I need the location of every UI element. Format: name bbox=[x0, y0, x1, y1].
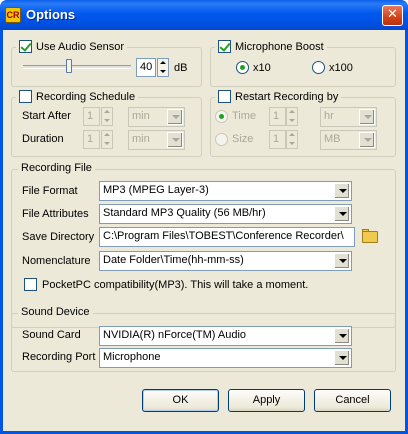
sound-card-value: NVIDIA(R) nForce(TM) Audio bbox=[103, 329, 247, 341]
nomenclature-select[interactable]: Date Folder\Time(hh-mm-ss) bbox=[99, 251, 352, 271]
audio-sensor-slider-track[interactable] bbox=[23, 65, 131, 69]
recording-schedule-checkbox[interactable] bbox=[19, 90, 32, 103]
recording-port-value: Microphone bbox=[103, 351, 161, 363]
duration-spinner[interactable] bbox=[101, 130, 113, 149]
restart-recording-label: Restart Recording by bbox=[235, 91, 339, 103]
spin-up-icon[interactable] bbox=[102, 131, 112, 139]
chevron-down-icon[interactable] bbox=[334, 350, 350, 366]
chevron-down-icon[interactable] bbox=[167, 132, 183, 148]
chevron-down-icon[interactable] bbox=[334, 183, 350, 199]
restart-time-unit-value: hr bbox=[324, 110, 334, 122]
close-button[interactable]: ✕ bbox=[382, 5, 403, 26]
save-directory-input[interactable]: C:\Program Files\TOBEST\Conference Recor… bbox=[99, 227, 355, 247]
chevron-down-icon[interactable] bbox=[167, 109, 183, 125]
save-directory-label: Save Directory bbox=[22, 231, 95, 243]
ok-button[interactable]: OK bbox=[142, 389, 219, 412]
restart-time-input[interactable]: 1 bbox=[269, 107, 286, 126]
recording-schedule-label: Recording Schedule bbox=[36, 91, 136, 103]
restart-recording-checkbox[interactable] bbox=[218, 90, 231, 103]
dialog-body: Use Audio Sensor 40 dB Microphone Boost … bbox=[3, 30, 405, 431]
boost-x100-radio[interactable] bbox=[312, 61, 325, 74]
boost-x100-label: x100 bbox=[329, 62, 353, 74]
audio-sensor-slider-thumb[interactable] bbox=[66, 59, 72, 73]
restart-time-label: Time bbox=[232, 110, 257, 122]
nomenclature-value: Date Folder\Time(hh-mm-ss) bbox=[103, 254, 244, 266]
restart-size-spinner[interactable] bbox=[286, 130, 298, 149]
spin-down-icon[interactable] bbox=[158, 68, 168, 76]
audio-level-spinner[interactable] bbox=[157, 58, 169, 77]
file-attributes-label: File Attributes bbox=[22, 208, 89, 220]
boost-x10-radio[interactable] bbox=[236, 61, 249, 74]
file-format-value: MP3 (MPEG Layer-3) bbox=[103, 184, 209, 196]
restart-time-unit-select[interactable]: hr bbox=[320, 107, 377, 127]
start-after-label: Start After bbox=[22, 110, 71, 122]
start-after-unit-select[interactable]: min bbox=[128, 107, 185, 127]
spin-down-icon[interactable] bbox=[287, 117, 297, 125]
spin-down-icon[interactable] bbox=[287, 140, 297, 148]
restart-time-radio[interactable] bbox=[215, 110, 228, 123]
restart-size-radio[interactable] bbox=[215, 133, 228, 146]
file-format-select[interactable]: MP3 (MPEG Layer-3) bbox=[99, 181, 352, 201]
restart-size-unit-value: MB bbox=[324, 133, 341, 145]
file-attributes-value: Standard MP3 Quality (56 MB/hr) bbox=[103, 207, 266, 219]
chevron-down-icon[interactable] bbox=[359, 132, 375, 148]
pocketpc-label: PocketPC compatibility(MP3). This will t… bbox=[42, 279, 309, 291]
recording-file-legend: Recording File bbox=[18, 162, 95, 174]
sound-card-label: Sound Card bbox=[22, 329, 81, 341]
spin-up-icon[interactable] bbox=[102, 108, 112, 116]
duration-input[interactable]: 1 bbox=[83, 130, 100, 149]
pocketpc-checkbox[interactable] bbox=[24, 278, 37, 291]
restart-time-spinner[interactable] bbox=[286, 107, 298, 126]
title-bar[interactable]: CR Options ✕ bbox=[0, 0, 408, 30]
audio-level-input[interactable]: 40 bbox=[136, 58, 156, 77]
start-after-spinner[interactable] bbox=[101, 107, 113, 126]
audio-sensor-label: Use Audio Sensor bbox=[36, 41, 125, 53]
file-format-label: File Format bbox=[22, 185, 78, 197]
sound-device-legend: Sound Device bbox=[18, 306, 93, 318]
spin-up-icon[interactable] bbox=[158, 59, 168, 67]
duration-label: Duration bbox=[22, 133, 64, 145]
audio-sensor-checkbox[interactable] bbox=[19, 40, 32, 53]
recording-port-label: Recording Port bbox=[22, 351, 96, 363]
spin-down-icon[interactable] bbox=[102, 140, 112, 148]
recording-port-select[interactable]: Microphone bbox=[99, 348, 352, 368]
folder-icon[interactable] bbox=[359, 227, 381, 247]
spin-down-icon[interactable] bbox=[102, 117, 112, 125]
apply-button[interactable]: Apply bbox=[228, 389, 305, 412]
restart-size-input[interactable]: 1 bbox=[269, 130, 286, 149]
start-after-input[interactable]: 1 bbox=[83, 107, 100, 126]
microphone-boost-checkbox[interactable] bbox=[218, 40, 231, 53]
spin-up-icon[interactable] bbox=[287, 131, 297, 139]
boost-x10-label: x10 bbox=[253, 62, 271, 74]
app-logo-icon: CR bbox=[5, 7, 21, 23]
nomenclature-label: Nomenclature bbox=[22, 255, 91, 267]
sound-card-select[interactable]: NVIDIA(R) nForce(TM) Audio bbox=[99, 326, 352, 346]
restart-size-label: Size bbox=[232, 133, 254, 145]
options-dialog: CR Options ✕ Use Audio Sensor 40 dB Micr… bbox=[0, 0, 408, 434]
chevron-down-icon[interactable] bbox=[334, 328, 350, 344]
start-after-unit-value: min bbox=[132, 110, 150, 122]
spin-up-icon[interactable] bbox=[287, 108, 297, 116]
chevron-down-icon[interactable] bbox=[334, 253, 350, 269]
restart-size-unit-select[interactable]: MB bbox=[320, 130, 377, 150]
chevron-down-icon[interactable] bbox=[359, 109, 375, 125]
duration-unit-value: min bbox=[132, 133, 150, 145]
file-attributes-select[interactable]: Standard MP3 Quality (56 MB/hr) bbox=[99, 204, 352, 224]
duration-unit-select[interactable]: min bbox=[128, 130, 185, 150]
microphone-boost-label: Microphone Boost bbox=[235, 41, 324, 53]
cancel-button[interactable]: Cancel bbox=[314, 389, 391, 412]
window-title: Options bbox=[26, 7, 76, 22]
chevron-down-icon[interactable] bbox=[334, 206, 350, 222]
audio-level-unit: dB bbox=[174, 62, 188, 74]
